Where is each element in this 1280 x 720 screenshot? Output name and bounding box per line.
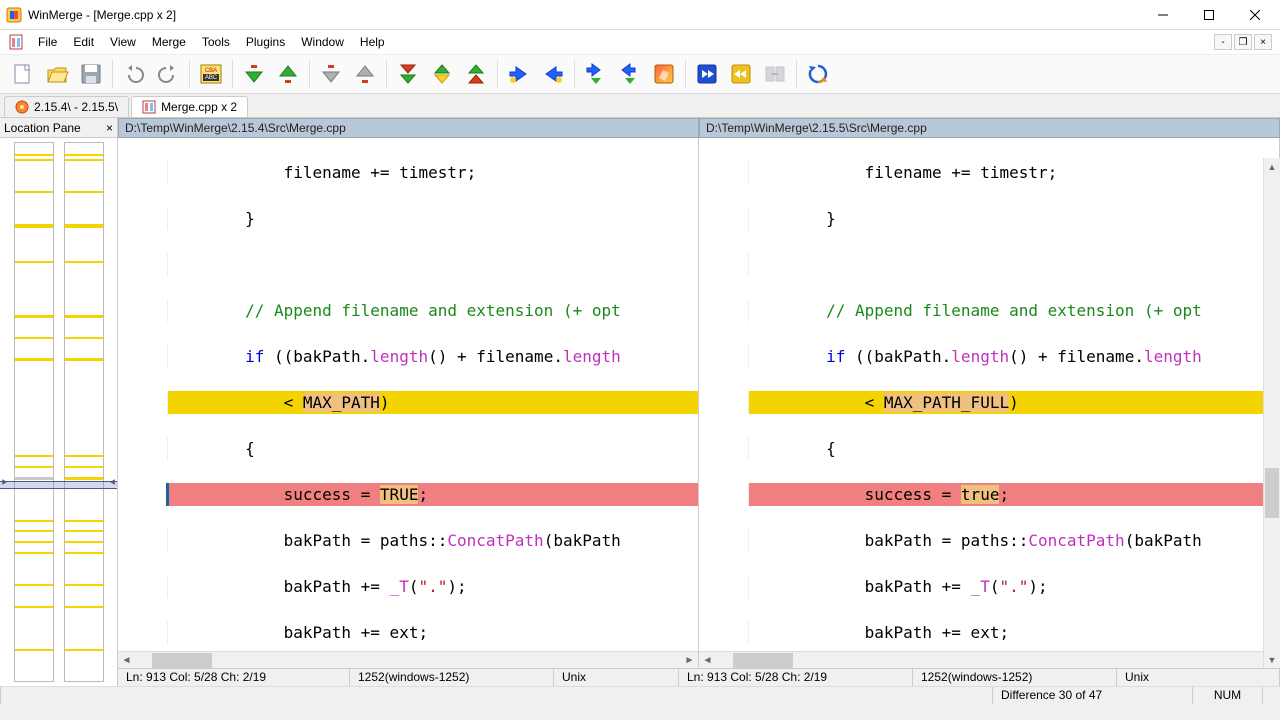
auto-merge-button[interactable] <box>758 57 792 91</box>
location-pane-close[interactable]: × <box>106 121 113 135</box>
menu-help[interactable]: Help <box>352 33 393 51</box>
location-pane-body[interactable]: ⯈ ⯇ <box>0 138 117 686</box>
main-status-bar: Difference 30 of 47 NUM <box>0 686 1280 704</box>
tab-file-compare[interactable]: Merge.cpp x 2 <box>131 96 248 117</box>
copy-right-button[interactable] <box>502 57 536 91</box>
resize-grip[interactable] <box>1262 687 1280 704</box>
diff-area: D:\Temp\WinMerge\2.15.4\Src\Merge.cpp D:… <box>118 118 1280 686</box>
location-arrow-left-icon: ⯈ <box>0 478 8 489</box>
app-icon <box>6 7 22 23</box>
svg-text:ABC: ABC <box>205 75 218 81</box>
last-diff-button[interactable] <box>459 57 493 91</box>
menubar: File Edit View Merge Tools Plugins Windo… <box>0 30 1280 54</box>
status-left-eol: Unix <box>554 669 679 686</box>
next-conflict-button[interactable] <box>314 57 348 91</box>
child-window-controls: - ❐ × <box>1214 34 1276 50</box>
menu-edit[interactable]: Edit <box>65 33 102 51</box>
abc-compare-button[interactable]: CBAABC <box>194 57 228 91</box>
tab-folder-label: 2.15.4\ - 2.15.5\ <box>34 100 118 114</box>
tab-file-label: Merge.cpp x 2 <box>161 100 237 114</box>
window-title: WinMerge - [Merge.cpp x 2] <box>28 8 176 22</box>
menu-merge[interactable]: Merge <box>144 33 194 51</box>
pane-header-left[interactable]: D:\Temp\WinMerge\2.15.4\Src\Merge.cpp <box>118 118 699 138</box>
pane-header-right[interactable]: D:\Temp\WinMerge\2.15.5\Src\Merge.cpp <box>699 118 1280 138</box>
location-pane-title: Location Pane <box>4 121 81 135</box>
refresh-button[interactable] <box>801 57 835 91</box>
status-left-enc: 1252(windows-1252) <box>350 669 554 686</box>
current-diff-button[interactable] <box>425 57 459 91</box>
vscroll[interactable]: ▲ ▼ <box>1263 158 1280 668</box>
status-num: NUM <box>1192 687 1262 704</box>
options-button[interactable] <box>647 57 681 91</box>
undo-button[interactable] <box>117 57 151 91</box>
child-close[interactable]: × <box>1254 34 1272 50</box>
right-hscroll[interactable]: ◄► <box>699 651 1279 668</box>
location-pane: Location Pane × <box>0 118 118 686</box>
copy-left-advance-button[interactable] <box>613 57 647 91</box>
menu-file[interactable]: File <box>30 33 65 51</box>
menu-window[interactable]: Window <box>293 33 352 51</box>
redo-button[interactable] <box>151 57 185 91</box>
svg-text:CBA: CBA <box>205 68 217 74</box>
open-button[interactable] <box>40 57 74 91</box>
location-cursor[interactable] <box>0 481 117 489</box>
titlebar: WinMerge - [Merge.cpp x 2] <box>0 0 1280 30</box>
prev-diff-button[interactable] <box>271 57 305 91</box>
document-tabs: 2.15.4\ - 2.15.5\ Merge.cpp x 2 <box>0 94 1280 118</box>
toolbar: CBAABC <box>0 54 1280 94</box>
new-button[interactable] <box>6 57 40 91</box>
prev-conflict-button[interactable] <box>348 57 382 91</box>
all-left-button[interactable] <box>724 57 758 91</box>
minimize-button[interactable] <box>1140 0 1186 30</box>
close-button[interactable] <box>1232 0 1278 30</box>
pane-status-bar: Ln: 913 Col: 5/28 Ch: 2/19 1252(windows-… <box>118 668 1280 686</box>
save-button[interactable] <box>74 57 108 91</box>
status-right-enc: 1252(windows-1252) <box>913 669 1117 686</box>
child-minimize[interactable]: - <box>1214 34 1232 50</box>
status-right-eol: Unix <box>1117 669 1280 686</box>
right-pane[interactable]: filename += timestr; } // Append filenam… <box>699 138 1280 668</box>
child-restore[interactable]: ❐ <box>1234 34 1252 50</box>
location-pane-header: Location Pane × <box>0 118 117 138</box>
next-diff-button[interactable] <box>237 57 271 91</box>
work-area: Location Pane × <box>0 118 1280 686</box>
first-diff-button[interactable] <box>391 57 425 91</box>
menu-view[interactable]: View <box>102 33 144 51</box>
doc-icon <box>8 34 24 50</box>
maximize-button[interactable] <box>1186 0 1232 30</box>
all-right-button[interactable] <box>690 57 724 91</box>
menu-plugins[interactable]: Plugins <box>238 33 293 51</box>
status-diff-count: Difference 30 of 47 <box>992 687 1192 704</box>
location-bar-left[interactable] <box>14 142 54 682</box>
copy-left-button[interactable] <box>536 57 570 91</box>
location-arrow-right-icon: ⯇ <box>109 478 117 489</box>
menu-tools[interactable]: Tools <box>194 33 238 51</box>
tab-folder-compare[interactable]: 2.15.4\ - 2.15.5\ <box>4 96 129 117</box>
left-pane[interactable]: filename += timestr; } // Append filenam… <box>118 138 699 668</box>
copy-right-advance-button[interactable] <box>579 57 613 91</box>
status-right-pos: Ln: 913 Col: 5/28 Ch: 2/19 <box>679 669 913 686</box>
left-hscroll[interactable]: ◄► <box>118 651 698 668</box>
location-bar-right[interactable] <box>64 142 104 682</box>
status-left-pos: Ln: 913 Col: 5/28 Ch: 2/19 <box>118 669 350 686</box>
